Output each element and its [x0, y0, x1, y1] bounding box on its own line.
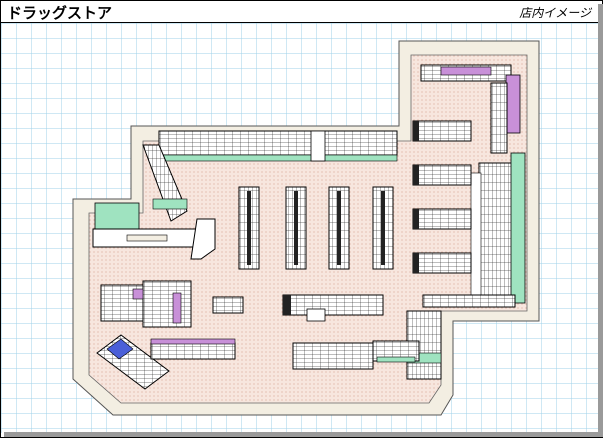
frame-shadow-bottom — [4, 432, 603, 437]
wall-shelf-top — [158, 130, 398, 162]
floor-plan-svg — [1, 23, 599, 433]
gondola-center-2 — [285, 186, 307, 270]
gondola-right-3 — [412, 208, 472, 230]
gondola-center-3 — [328, 186, 350, 270]
gondola-center-4 — [372, 186, 394, 270]
drawing-frame: ドラッグストア 店内イメージ — [0, 0, 603, 438]
display-left-lower — [100, 280, 192, 328]
gondola-center-1 — [238, 186, 260, 270]
gondola-right-1 — [412, 120, 472, 142]
page-title: ドラッグストア — [7, 4, 113, 22]
page-subtitle: 店内イメージ — [519, 6, 591, 20]
frame-shadow-right — [598, 4, 603, 436]
gondola-right-2 — [412, 164, 472, 186]
header-bar: ドラッグストア 店内イメージ — [1, 1, 601, 23]
gondola-right-4 — [412, 252, 472, 274]
grid-paper — [1, 23, 599, 433]
wall-shelf-right — [470, 152, 526, 304]
